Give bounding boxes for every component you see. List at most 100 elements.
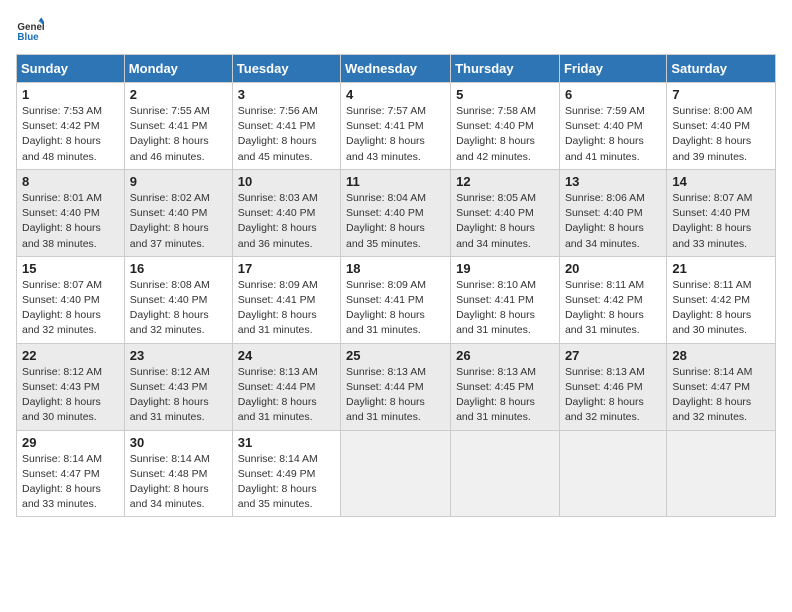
calendar-cell: 11 Sunrise: 8:04 AMSunset: 4:40 PMDaylig… — [341, 169, 451, 256]
day-number: 1 — [22, 87, 119, 102]
day-number: 31 — [238, 435, 335, 450]
calendar-cell — [451, 430, 560, 517]
day-number: 21 — [672, 261, 770, 276]
week-row-2: 8 Sunrise: 8:01 AMSunset: 4:40 PMDayligh… — [17, 169, 776, 256]
day-number: 16 — [130, 261, 227, 276]
col-header-friday: Friday — [559, 55, 666, 83]
calendar-cell: 17 Sunrise: 8:09 AMSunset: 4:41 PMDaylig… — [232, 256, 340, 343]
day-info: Sunrise: 8:13 AMSunset: 4:44 PMDaylight:… — [238, 365, 335, 426]
calendar-cell: 25 Sunrise: 8:13 AMSunset: 4:44 PMDaylig… — [341, 343, 451, 430]
day-info: Sunrise: 8:07 AMSunset: 4:40 PMDaylight:… — [672, 191, 770, 252]
calendar-cell: 9 Sunrise: 8:02 AMSunset: 4:40 PMDayligh… — [124, 169, 232, 256]
day-number: 23 — [130, 348, 227, 363]
day-info: Sunrise: 8:13 AMSunset: 4:44 PMDaylight:… — [346, 365, 445, 426]
day-number: 27 — [565, 348, 661, 363]
header: General Blue — [16, 16, 776, 44]
day-number: 6 — [565, 87, 661, 102]
day-info: Sunrise: 8:14 AMSunset: 4:47 PMDaylight:… — [672, 365, 770, 426]
calendar-cell: 6 Sunrise: 7:59 AMSunset: 4:40 PMDayligh… — [559, 83, 666, 170]
calendar-cell — [559, 430, 666, 517]
day-info: Sunrise: 8:13 AMSunset: 4:45 PMDaylight:… — [456, 365, 554, 426]
col-header-thursday: Thursday — [451, 55, 560, 83]
day-number: 19 — [456, 261, 554, 276]
day-number: 30 — [130, 435, 227, 450]
day-number: 17 — [238, 261, 335, 276]
day-info: Sunrise: 8:09 AMSunset: 4:41 PMDaylight:… — [238, 278, 335, 339]
day-info: Sunrise: 8:12 AMSunset: 4:43 PMDaylight:… — [22, 365, 119, 426]
day-number: 13 — [565, 174, 661, 189]
day-info: Sunrise: 8:13 AMSunset: 4:46 PMDaylight:… — [565, 365, 661, 426]
calendar-cell — [667, 430, 776, 517]
calendar-cell — [341, 430, 451, 517]
day-info: Sunrise: 8:08 AMSunset: 4:40 PMDaylight:… — [130, 278, 227, 339]
calendar-cell: 3 Sunrise: 7:56 AMSunset: 4:41 PMDayligh… — [232, 83, 340, 170]
calendar-cell: 7 Sunrise: 8:00 AMSunset: 4:40 PMDayligh… — [667, 83, 776, 170]
day-number: 14 — [672, 174, 770, 189]
calendar-cell: 16 Sunrise: 8:08 AMSunset: 4:40 PMDaylig… — [124, 256, 232, 343]
calendar-cell: 21 Sunrise: 8:11 AMSunset: 4:42 PMDaylig… — [667, 256, 776, 343]
calendar-cell: 23 Sunrise: 8:12 AMSunset: 4:43 PMDaylig… — [124, 343, 232, 430]
day-number: 4 — [346, 87, 445, 102]
day-info: Sunrise: 7:53 AMSunset: 4:42 PMDaylight:… — [22, 104, 119, 165]
day-number: 28 — [672, 348, 770, 363]
calendar-cell: 15 Sunrise: 8:07 AMSunset: 4:40 PMDaylig… — [17, 256, 125, 343]
calendar-cell: 20 Sunrise: 8:11 AMSunset: 4:42 PMDaylig… — [559, 256, 666, 343]
day-info: Sunrise: 8:01 AMSunset: 4:40 PMDaylight:… — [22, 191, 119, 252]
calendar-cell: 5 Sunrise: 7:58 AMSunset: 4:40 PMDayligh… — [451, 83, 560, 170]
week-row-4: 22 Sunrise: 8:12 AMSunset: 4:43 PMDaylig… — [17, 343, 776, 430]
calendar-cell: 26 Sunrise: 8:13 AMSunset: 4:45 PMDaylig… — [451, 343, 560, 430]
day-number: 26 — [456, 348, 554, 363]
day-info: Sunrise: 8:11 AMSunset: 4:42 PMDaylight:… — [565, 278, 661, 339]
calendar-cell: 28 Sunrise: 8:14 AMSunset: 4:47 PMDaylig… — [667, 343, 776, 430]
calendar-cell: 14 Sunrise: 8:07 AMSunset: 4:40 PMDaylig… — [667, 169, 776, 256]
day-number: 10 — [238, 174, 335, 189]
day-number: 11 — [346, 174, 445, 189]
logo-icon: General Blue — [16, 16, 44, 44]
col-header-monday: Monday — [124, 55, 232, 83]
day-info: Sunrise: 8:02 AMSunset: 4:40 PMDaylight:… — [130, 191, 227, 252]
day-info: Sunrise: 8:14 AMSunset: 4:47 PMDaylight:… — [22, 452, 119, 513]
day-info: Sunrise: 8:00 AMSunset: 4:40 PMDaylight:… — [672, 104, 770, 165]
week-row-1: 1 Sunrise: 7:53 AMSunset: 4:42 PMDayligh… — [17, 83, 776, 170]
day-number: 22 — [22, 348, 119, 363]
day-info: Sunrise: 7:57 AMSunset: 4:41 PMDaylight:… — [346, 104, 445, 165]
calendar-cell: 1 Sunrise: 7:53 AMSunset: 4:42 PMDayligh… — [17, 83, 125, 170]
day-info: Sunrise: 8:04 AMSunset: 4:40 PMDaylight:… — [346, 191, 445, 252]
col-header-saturday: Saturday — [667, 55, 776, 83]
day-info: Sunrise: 7:55 AMSunset: 4:41 PMDaylight:… — [130, 104, 227, 165]
day-number: 15 — [22, 261, 119, 276]
calendar-cell: 10 Sunrise: 8:03 AMSunset: 4:40 PMDaylig… — [232, 169, 340, 256]
day-number: 12 — [456, 174, 554, 189]
day-info: Sunrise: 8:12 AMSunset: 4:43 PMDaylight:… — [130, 365, 227, 426]
col-header-wednesday: Wednesday — [341, 55, 451, 83]
day-info: Sunrise: 8:03 AMSunset: 4:40 PMDaylight:… — [238, 191, 335, 252]
day-info: Sunrise: 7:59 AMSunset: 4:40 PMDaylight:… — [565, 104, 661, 165]
col-header-tuesday: Tuesday — [232, 55, 340, 83]
day-info: Sunrise: 8:06 AMSunset: 4:40 PMDaylight:… — [565, 191, 661, 252]
day-info: Sunrise: 8:11 AMSunset: 4:42 PMDaylight:… — [672, 278, 770, 339]
day-number: 3 — [238, 87, 335, 102]
calendar-cell: 4 Sunrise: 7:57 AMSunset: 4:41 PMDayligh… — [341, 83, 451, 170]
day-number: 5 — [456, 87, 554, 102]
calendar-cell: 22 Sunrise: 8:12 AMSunset: 4:43 PMDaylig… — [17, 343, 125, 430]
day-number: 7 — [672, 87, 770, 102]
calendar-cell: 31 Sunrise: 8:14 AMSunset: 4:49 PMDaylig… — [232, 430, 340, 517]
calendar-cell: 30 Sunrise: 8:14 AMSunset: 4:48 PMDaylig… — [124, 430, 232, 517]
calendar-cell: 2 Sunrise: 7:55 AMSunset: 4:41 PMDayligh… — [124, 83, 232, 170]
logo: General Blue — [16, 16, 48, 44]
day-info: Sunrise: 8:09 AMSunset: 4:41 PMDaylight:… — [346, 278, 445, 339]
calendar-table: SundayMondayTuesdayWednesdayThursdayFrid… — [16, 54, 776, 517]
day-number: 18 — [346, 261, 445, 276]
calendar-cell: 24 Sunrise: 8:13 AMSunset: 4:44 PMDaylig… — [232, 343, 340, 430]
calendar-cell: 18 Sunrise: 8:09 AMSunset: 4:41 PMDaylig… — [341, 256, 451, 343]
day-number: 8 — [22, 174, 119, 189]
calendar-cell: 13 Sunrise: 8:06 AMSunset: 4:40 PMDaylig… — [559, 169, 666, 256]
day-number: 24 — [238, 348, 335, 363]
day-number: 29 — [22, 435, 119, 450]
day-number: 2 — [130, 87, 227, 102]
day-number: 25 — [346, 348, 445, 363]
day-number: 20 — [565, 261, 661, 276]
day-info: Sunrise: 8:07 AMSunset: 4:40 PMDaylight:… — [22, 278, 119, 339]
col-header-sunday: Sunday — [17, 55, 125, 83]
calendar-cell: 19 Sunrise: 8:10 AMSunset: 4:41 PMDaylig… — [451, 256, 560, 343]
